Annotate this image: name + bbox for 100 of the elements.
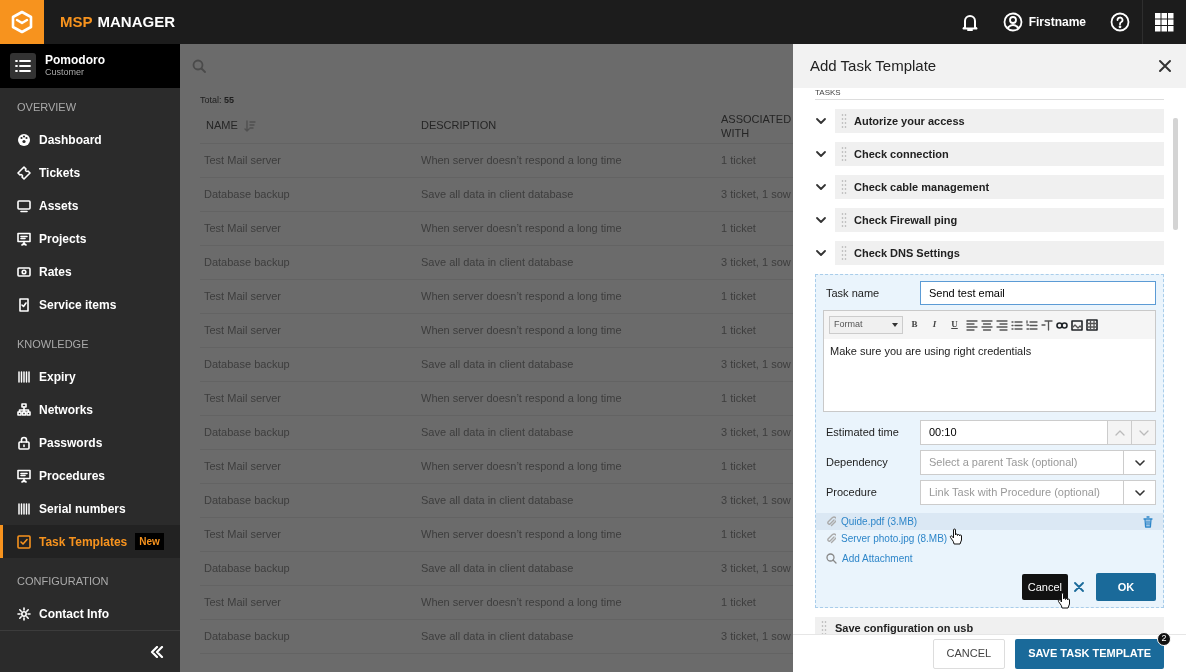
cancel-button[interactable]: CANCEL: [932, 638, 1006, 669]
sidebar-item[interactable]: Tickets: [0, 156, 180, 190]
sidebar-item-label: Serial numbers: [39, 500, 126, 518]
chevron-down-icon[interactable]: [1134, 459, 1145, 466]
sidebar-item[interactable]: Task Templates New: [0, 525, 180, 559]
section-heading: CONFIGURATION: [16, 573, 110, 589]
italic-button[interactable]: I: [926, 316, 943, 334]
sidebar-item-label: Assets: [39, 198, 79, 216]
sidebar-item[interactable]: Expiry: [0, 360, 180, 394]
ticket-icon: [17, 166, 31, 181]
task-row[interactable]: Check cable management: [835, 175, 1164, 199]
user-icon[interactable]: [1002, 12, 1023, 32]
sidebar-item-label: Service items: [39, 297, 117, 315]
link-icon[interactable]: [1056, 319, 1068, 331]
settings-icon: [17, 606, 31, 621]
task-label: Check DNS Settings: [854, 245, 960, 261]
underline-button[interactable]: U: [946, 316, 963, 334]
bell-icon[interactable]: [960, 12, 979, 32]
task-row[interactable]: Check Firewall ping: [835, 208, 1164, 232]
sidebar-item-label: Networks: [39, 401, 94, 419]
section-heading: OVERVIEW: [16, 100, 78, 116]
time-input[interactable]: 00:10: [920, 420, 1108, 445]
scrollbar[interactable]: [1173, 118, 1178, 230]
sidebar-item[interactable]: Projects: [0, 222, 180, 256]
task-row[interactable]: Autorize your access: [835, 109, 1164, 133]
total-count: Total: 55: [199, 94, 236, 107]
attachment-row[interactable]: Server photo.jpg (8.MB): [816, 530, 1163, 547]
task-row[interactable]: Save configuration on usb: [815, 617, 1164, 634]
format-select[interactable]: Format: [829, 316, 903, 334]
add-attachment-link[interactable]: Add Attachment: [842, 551, 913, 566]
editor-text[interactable]: Make sure you are using right credentials: [824, 339, 1155, 411]
sidebar-item[interactable]: Contact Info: [0, 597, 180, 631]
task-row[interactable]: Check connection: [835, 142, 1164, 166]
select-field[interactable]: Select a parent Task (optional): [920, 450, 1124, 475]
drag-handle-icon[interactable]: [841, 146, 847, 162]
section-heading: TASKS: [815, 88, 1164, 100]
sidebar-item[interactable]: Service items: [0, 288, 180, 322]
tooltip: Cancel: [1021, 573, 1068, 601]
chevron-down-icon[interactable]: [815, 249, 827, 257]
sidebar-item-label: Task Templates: [39, 533, 128, 551]
trash-icon[interactable]: [1143, 515, 1153, 528]
chevron-down-icon[interactable]: [815, 216, 827, 224]
drag-handle-icon[interactable]: [841, 113, 847, 129]
task-name-input[interactable]: Send test email: [920, 281, 1156, 305]
attachment-link[interactable]: Server photo.jpg (8.MB): [841, 531, 948, 546]
select-field[interactable]: Link Task with Procedure (optional): [920, 480, 1124, 505]
lock-icon: [17, 435, 31, 450]
sidebar-item[interactable]: Rates: [0, 255, 180, 289]
task-label: Autorize your access: [854, 113, 965, 129]
drag-handle-icon[interactable]: [821, 620, 827, 634]
presentation-board-icon: [17, 232, 31, 247]
task-label: Check connection: [854, 146, 949, 162]
close-icon[interactable]: [1158, 59, 1172, 73]
drag-handle-icon[interactable]: [841, 179, 847, 195]
document-icon: [17, 298, 31, 313]
sidebar-item-label: Rates: [39, 264, 72, 282]
bars-icon: [17, 501, 31, 516]
task-row[interactable]: Check DNS Settings: [835, 241, 1164, 265]
field-label: Dependency: [825, 455, 889, 471]
sidebar-item[interactable]: Networks: [0, 393, 180, 427]
table-icon[interactable]: [1086, 319, 1098, 331]
image-icon[interactable]: [1071, 319, 1083, 331]
chevron-down-icon[interactable]: [815, 183, 827, 191]
bars-icon: [17, 370, 31, 384]
sidebar-item-label: Dashboard: [39, 132, 102, 150]
numbered-list-icon[interactable]: [1026, 319, 1038, 331]
chevron-down-icon[interactable]: [815, 150, 827, 158]
bulleted-list-icon[interactable]: [1011, 319, 1023, 331]
sidebar-item[interactable]: Assets: [0, 189, 180, 223]
ok-button[interactable]: OK: [1096, 573, 1156, 601]
task-label: Check Firewall ping: [854, 212, 958, 228]
help-icon[interactable]: [1110, 12, 1130, 32]
close-icon[interactable]: [1074, 582, 1084, 592]
customer-name: Pomodoro: [45, 53, 105, 67]
bold-button[interactable]: B: [906, 316, 923, 334]
align-left-icon[interactable]: [966, 319, 978, 331]
clear-format-icon[interactable]: [1041, 319, 1053, 331]
sidebar-item[interactable]: Passwords: [0, 426, 180, 460]
caret-icon: [892, 323, 898, 327]
drag-handle-icon[interactable]: [841, 212, 847, 228]
presentation-board-icon: [17, 468, 31, 483]
checkbox-icon: [17, 534, 31, 549]
paperclip-icon: [826, 516, 836, 527]
customer-menu-button[interactable]: [10, 52, 36, 79]
sidebar-item[interactable]: Procedures: [0, 459, 180, 493]
align-center-icon[interactable]: [981, 319, 993, 331]
user-name[interactable]: Firstname: [1028, 13, 1086, 31]
hand-cursor-icon: [948, 528, 963, 545]
align-right-icon[interactable]: [996, 319, 1008, 331]
chevron-down-icon[interactable]: [1134, 489, 1145, 496]
apps-grid-icon[interactable]: [1155, 12, 1174, 32]
sidebar-item-label: Expiry: [39, 369, 76, 386]
chevron-down-icon[interactable]: [815, 117, 827, 125]
sidebar-item-label: Tickets: [39, 165, 81, 183]
collapse-icon[interactable]: [150, 645, 164, 658]
sidebar-item[interactable]: Dashboard: [0, 123, 180, 157]
sidebar-item-label: Procedures: [39, 467, 106, 485]
drag-handle-icon[interactable]: [841, 245, 847, 261]
sidebar-item[interactable]: Serial numbers: [0, 492, 180, 526]
field-label: Procedure: [825, 485, 878, 501]
